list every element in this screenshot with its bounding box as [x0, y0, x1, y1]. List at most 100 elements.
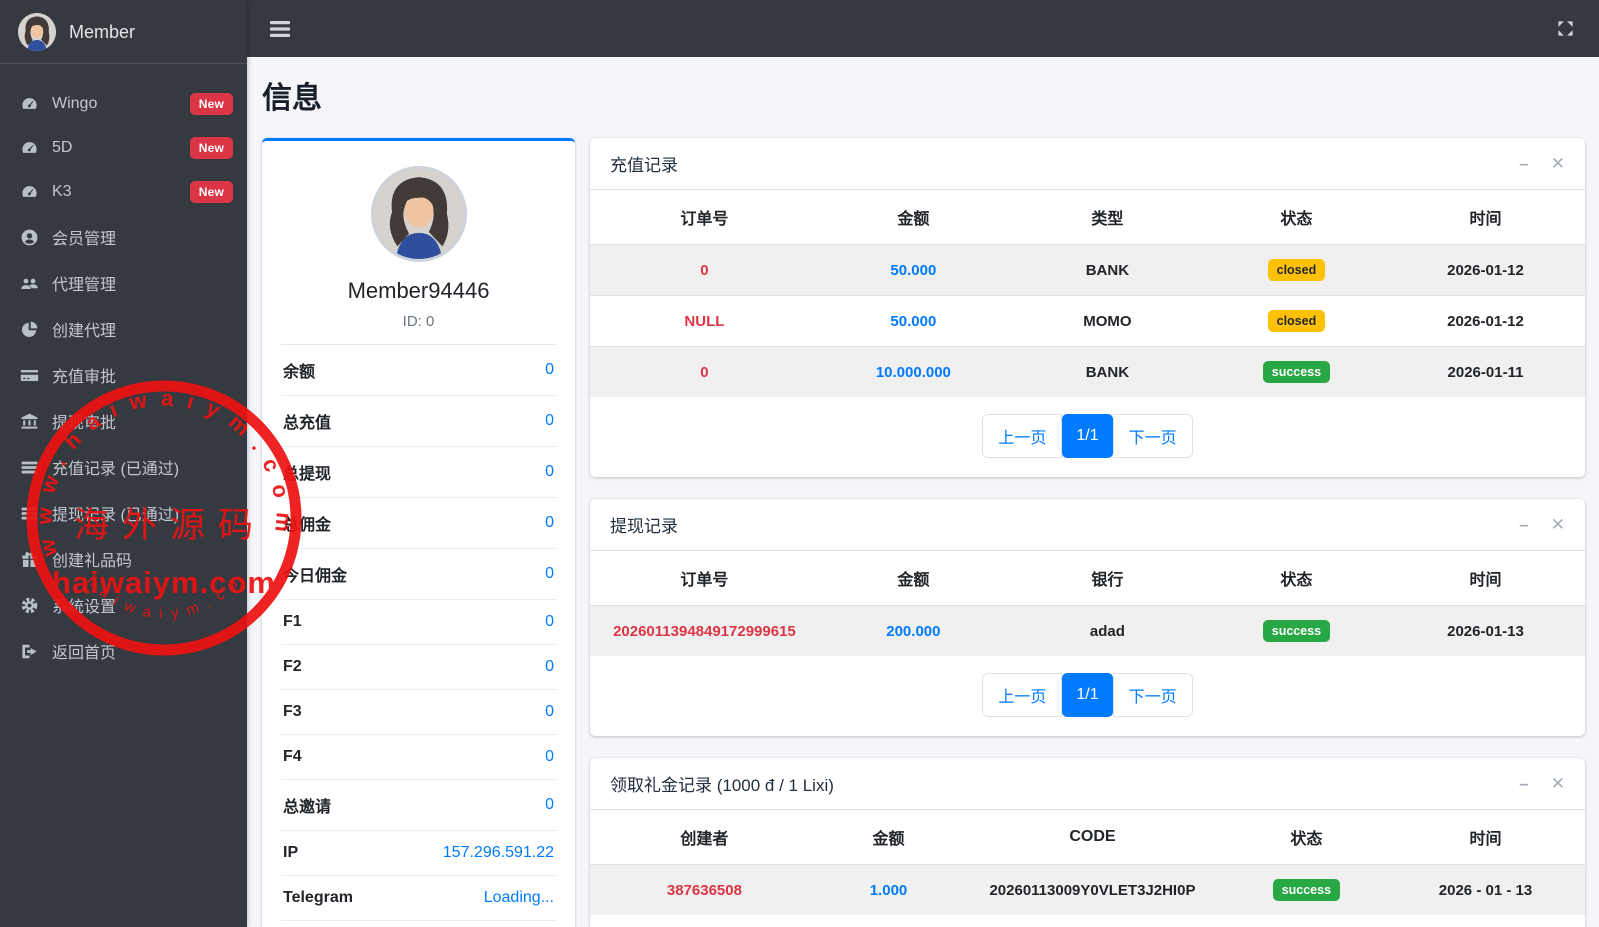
sidebar-item-label: 会员管理: [52, 231, 117, 248]
minimize-icon[interactable]: –: [1519, 774, 1528, 794]
recharge-table: 订单号 金额 类型 状态 时间 0 50.000 BANK closed 202…: [590, 190, 1585, 397]
member-id: ID: 0: [402, 313, 435, 330]
next-page-button[interactable]: 下一页: [1112, 414, 1193, 458]
sidebar-item-label: 创建礼品码: [52, 553, 133, 570]
sidebar-item-label: 5D: [52, 139, 73, 156]
sidebar-item-5d[interactable]: 5D New: [0, 126, 247, 170]
profile-row-f1: F1 0: [281, 600, 556, 645]
sidebar-item-label: Wingo: [52, 95, 98, 112]
gift-icon: [19, 549, 39, 569]
table-row: 0 10.000.000 BANK success 2026-01-11: [590, 346, 1585, 397]
brand-label: Member: [69, 21, 136, 42]
sidebar-item-create-agent[interactable]: 创建代理: [0, 306, 247, 352]
profile-row-total-withdraw: 总提现 0: [281, 447, 556, 498]
sidebar-item-recharge-approval[interactable]: 充值审批: [0, 352, 247, 398]
current-page-indicator[interactable]: 1/1: [1062, 673, 1113, 717]
status-badge: success: [1262, 361, 1331, 383]
pagination: 上一页 1/1 下一页: [590, 915, 1585, 927]
fullscreen-expand-icon[interactable]: [1556, 19, 1575, 38]
close-icon[interactable]: ✕: [1551, 154, 1565, 174]
profile-row-balance: 余额 0: [281, 345, 556, 396]
status-badge: success: [1262, 620, 1331, 642]
close-icon[interactable]: ✕: [1551, 515, 1565, 535]
withdraw-records-card: 提现记录 – ✕ 订单号 金额 银行 状态 时间 2026011394849172…: [590, 499, 1585, 736]
status-badge: closed: [1267, 259, 1326, 281]
sidebar-item-label: 提现审批: [52, 415, 117, 432]
sidebar-item-agent-manage[interactable]: 代理管理: [0, 260, 247, 306]
prev-page-button[interactable]: 上一页: [982, 673, 1063, 717]
sidebar-item-member-manage[interactable]: 会员管理: [0, 214, 247, 260]
profile-row-today-commission: 今日佣金 0: [281, 549, 556, 600]
profile-stats-list: 余额 0 总充值 0 总提现 0 总佣金 0 今日佣金 0 F1 0 F2 0 F3 0 F4 0…: [281, 344, 556, 921]
minimize-icon[interactable]: –: [1519, 154, 1528, 174]
new-badge: New: [189, 181, 233, 203]
card-title: 充值记录: [610, 156, 678, 175]
sidebar-item-recharge-records[interactable]: 充值记录 (已通过): [0, 444, 247, 490]
profile-row-f2: F2 0: [281, 645, 556, 690]
sidebar-item-k3[interactable]: K3 New: [0, 170, 247, 214]
list-icon: [19, 457, 39, 477]
table-row: 2026011394849172999615 200.000 adad succ…: [590, 605, 1585, 656]
profile-row-telegram: Telegram Loading...: [281, 876, 556, 921]
table-row: 0 50.000 BANK closed 2026-01-12: [590, 244, 1585, 296]
page-title: 信息: [262, 82, 322, 115]
list-icon: [19, 503, 39, 523]
sidebar-item-label: 提现记录 (已通过): [52, 507, 180, 524]
member-name: Member94446: [347, 278, 490, 303]
next-page-button[interactable]: 下一页: [1112, 673, 1193, 717]
profile-row-f4: F4 0: [281, 735, 556, 780]
avatar: [18, 13, 56, 51]
sidebar-item-create-gift-code[interactable]: 创建礼品码: [0, 536, 247, 582]
sidebar-item-label: 代理管理: [52, 277, 117, 294]
sidebar-item-label: 充值审批: [52, 369, 117, 386]
sidebar-item-label: 充值记录 (已通过): [52, 461, 180, 478]
table-row: NULL 50.000 MOMO closed 2026-01-12: [590, 295, 1585, 347]
card-header: 充值记录 – ✕: [590, 138, 1585, 190]
sidebar-item-label: K3: [52, 183, 72, 200]
table-header-row: 订单号 金额 类型 状态 时间: [680, 211, 1502, 228]
table-header-row: 创建者 金额 CODE 状态 时间: [680, 828, 1502, 848]
withdraw-table: 订单号 金额 银行 状态 时间 2026011394849172999615 2…: [590, 551, 1585, 656]
recharge-records-card: 充值记录 – ✕ 订单号 金额 类型 状态 时间 0 50.000 BANK c…: [590, 138, 1585, 477]
new-badge: New: [189, 137, 233, 159]
close-icon[interactable]: ✕: [1551, 774, 1565, 794]
gift-table: 创建者 金额 CODE 状态 时间 387636508 1.000 202601…: [590, 810, 1585, 915]
tachometer-icon: [19, 182, 39, 202]
tachometer-icon: [19, 138, 39, 158]
profile-row-total-commission: 总佣金 0: [281, 498, 556, 549]
records-column: 充值记录 – ✕ 订单号 金额 类型 状态 时间 0 50.000 BANK c…: [590, 138, 1585, 927]
sidebar: Member Wingo New 5D New K3 New 会员管理 代理管理…: [0, 0, 247, 927]
card-title: 领取礼金记录 (1000 đ / 1 Lixi): [610, 776, 834, 795]
sidebar-brand[interactable]: Member: [0, 0, 247, 64]
sidebar-item-withdraw-approval[interactable]: 提现审批: [0, 398, 247, 444]
sidebar-item-wingo[interactable]: Wingo New: [0, 82, 247, 126]
hamburger-icon[interactable]: [270, 20, 290, 38]
table-row: 387636508 1.000 20260113009Y0VLET3J2HI0P…: [590, 864, 1585, 915]
signout-icon: [19, 641, 39, 661]
pagination: 上一页 1/1 下一页: [590, 656, 1585, 736]
credit-card-icon: [19, 365, 39, 385]
current-page-indicator[interactable]: 1/1: [1062, 414, 1113, 458]
avatar: [370, 166, 467, 262]
minimize-icon[interactable]: –: [1519, 515, 1528, 535]
status-badge: closed: [1267, 310, 1326, 332]
profile-row-ip: IP 157.296.591.22: [281, 831, 556, 876]
gear-icon: [19, 595, 39, 615]
sidebar-item-withdraw-records[interactable]: 提现记录 (已通过): [0, 490, 247, 536]
sidebar-nav: Wingo New 5D New K3 New 会员管理 代理管理 创建代理 充…: [0, 64, 247, 674]
gift-records-card: 领取礼金记录 (1000 đ / 1 Lixi) – ✕ 创建者 金额 CODE …: [590, 758, 1585, 927]
profile-row-total-recharge: 总充值 0: [281, 396, 556, 447]
pagination: 上一页 1/1 下一页: [590, 397, 1585, 477]
new-badge: New: [189, 93, 233, 115]
sidebar-item-back-home[interactable]: 返回首页: [0, 628, 247, 674]
sidebar-item-label: 系统设置: [52, 599, 117, 616]
topbar: [247, 0, 1599, 57]
users-icon: [19, 273, 39, 293]
prev-page-button[interactable]: 上一页: [982, 414, 1063, 458]
sidebar-item-label: 创建代理: [52, 323, 117, 340]
main-content: 信息 Member94446 ID: 0 余额 0 总充值 0 总提现 0 总佣金 0 …: [247, 57, 1599, 927]
sidebar-item-system-settings[interactable]: 系统设置: [0, 582, 247, 628]
pie-chart-icon: [19, 319, 39, 339]
card-title: 提现记录: [610, 517, 678, 536]
bank-icon: [19, 411, 39, 431]
